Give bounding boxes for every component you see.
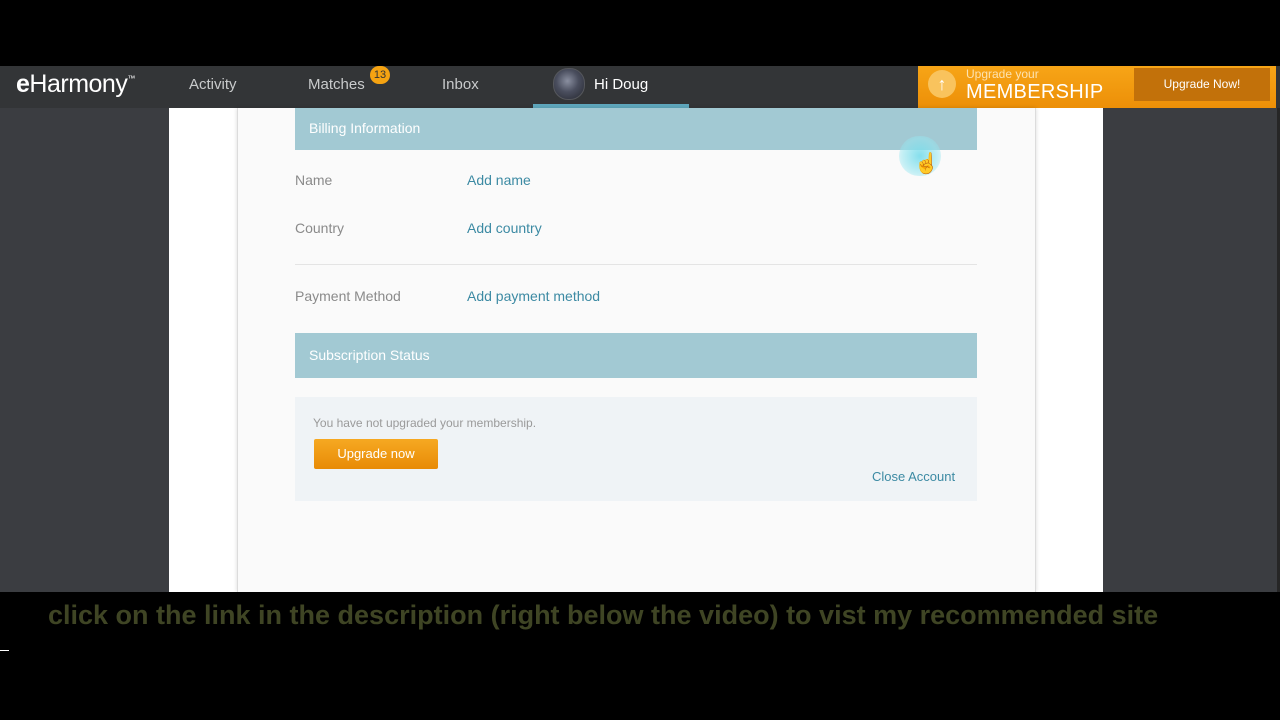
bottom-edge-mark: [0, 650, 9, 651]
subscription-status-header: Subscription Status: [295, 333, 977, 378]
upgrade-membership-banner[interactable]: ↑ Upgrade your MEMBERSHIP Upgrade Now!: [918, 66, 1276, 110]
user-avatar: [553, 68, 585, 100]
arrow-up-icon: ↑: [928, 70, 956, 98]
eharmony-logo[interactable]: eHarmony™: [16, 70, 135, 99]
add-name-link[interactable]: Add name: [467, 172, 531, 188]
user-greeting: Hi Doug: [594, 76, 649, 93]
upgrade-banner-subtitle: Upgrade your: [966, 67, 1039, 81]
billing-divider: [295, 264, 977, 265]
upgrade-now-banner-button[interactable]: Upgrade Now!: [1134, 68, 1270, 101]
matches-count-badge: 13: [370, 66, 390, 84]
hand-pointer-icon: ☝: [914, 153, 939, 175]
payment-method-label: Payment Method: [295, 288, 401, 304]
billing-information-header: Billing Information: [295, 108, 977, 150]
add-country-link[interactable]: Add country: [467, 220, 542, 236]
name-label: Name: [295, 172, 333, 188]
add-payment-method-link[interactable]: Add payment method: [467, 288, 600, 304]
nav-inbox[interactable]: Inbox: [442, 66, 479, 108]
video-caption: click on the link in the description (ri…: [48, 600, 1159, 630]
subscription-status-box: You have not upgraded your membership. U…: [295, 397, 977, 501]
nav-user-menu[interactable]: Hi Doug: [533, 66, 689, 108]
page-background-right: [1103, 108, 1280, 592]
page-background-left: [0, 108, 169, 592]
country-label: Country: [295, 220, 345, 236]
upgrade-now-button[interactable]: Upgrade now: [314, 439, 438, 469]
membership-status-text: You have not upgraded your membership.: [313, 416, 537, 430]
close-account-link[interactable]: Close Account: [872, 469, 955, 484]
nav-matches[interactable]: Matches: [308, 66, 365, 108]
upgrade-banner-title: MEMBERSHIP: [966, 81, 1104, 103]
video-letterbox-top: [0, 0, 1280, 66]
nav-activity[interactable]: Activity: [189, 66, 237, 108]
